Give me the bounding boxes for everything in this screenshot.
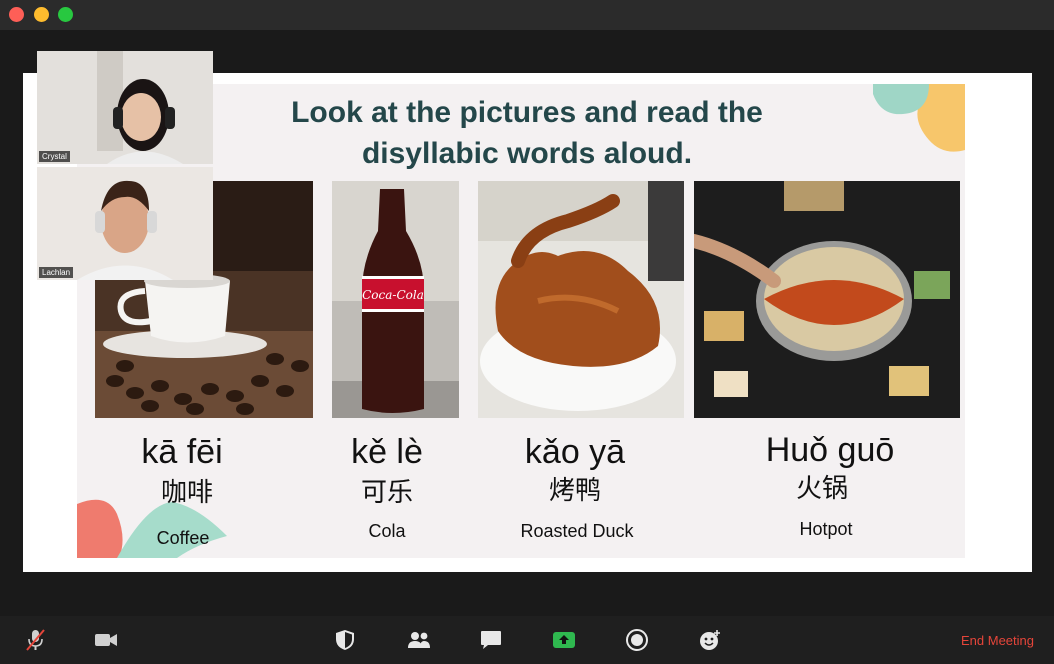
roasted-duck-photo bbox=[478, 181, 684, 418]
maximize-window-button[interactable] bbox=[58, 7, 73, 22]
pinyin-hotpot: Huǒ guō bbox=[765, 431, 895, 469]
video-camera-icon[interactable] bbox=[94, 628, 118, 652]
english-hotpot: Hotpot bbox=[799, 519, 853, 539]
end-meeting-button[interactable]: End Meeting bbox=[961, 633, 1034, 649]
meeting-toolbar bbox=[0, 616, 1054, 664]
pinyin-duck: kǎo yā bbox=[524, 433, 626, 471]
hanzi-duck: 烤鸭 bbox=[548, 476, 601, 506]
hanzi-hotpot: 火锅 bbox=[795, 474, 848, 504]
record-icon[interactable] bbox=[625, 628, 649, 652]
participant-name-lachlan: Lachlan bbox=[39, 267, 74, 278]
cola-photo: Coca-Cola bbox=[332, 181, 459, 418]
minimize-window-button[interactable] bbox=[34, 7, 49, 22]
participants-icon[interactable] bbox=[407, 628, 431, 652]
mic-muted-icon[interactable] bbox=[23, 628, 47, 652]
crystal-video-feed bbox=[37, 51, 213, 164]
pinyin-cola: kě lè bbox=[351, 433, 423, 471]
participant-video-lachlan[interactable]: Lachlan bbox=[37, 167, 213, 280]
participant-name-crystal: Crystal bbox=[39, 151, 70, 162]
english-duck: Roasted Duck bbox=[520, 521, 634, 541]
english-coffee: Coffee bbox=[156, 528, 210, 548]
hanzi-cola: 可乐 bbox=[360, 478, 413, 508]
english-cola: Cola bbox=[368, 521, 406, 541]
security-shield-icon[interactable] bbox=[333, 628, 357, 652]
reactions-icon[interactable] bbox=[698, 628, 722, 652]
close-window-button[interactable] bbox=[9, 7, 24, 22]
participant-video-crystal[interactable]: Crystal bbox=[37, 51, 213, 164]
hanzi-coffee: 咖啡 bbox=[160, 478, 213, 508]
hotpot-photo bbox=[694, 181, 960, 418]
share-screen-icon[interactable] bbox=[552, 628, 576, 652]
window-title-bar bbox=[0, 0, 1054, 30]
lachlan-video-feed bbox=[37, 167, 213, 280]
pinyin-coffee: kā fēi bbox=[141, 433, 223, 471]
cola-bottle-label: Coca-Cola bbox=[362, 288, 424, 302]
chat-icon[interactable] bbox=[479, 628, 503, 652]
